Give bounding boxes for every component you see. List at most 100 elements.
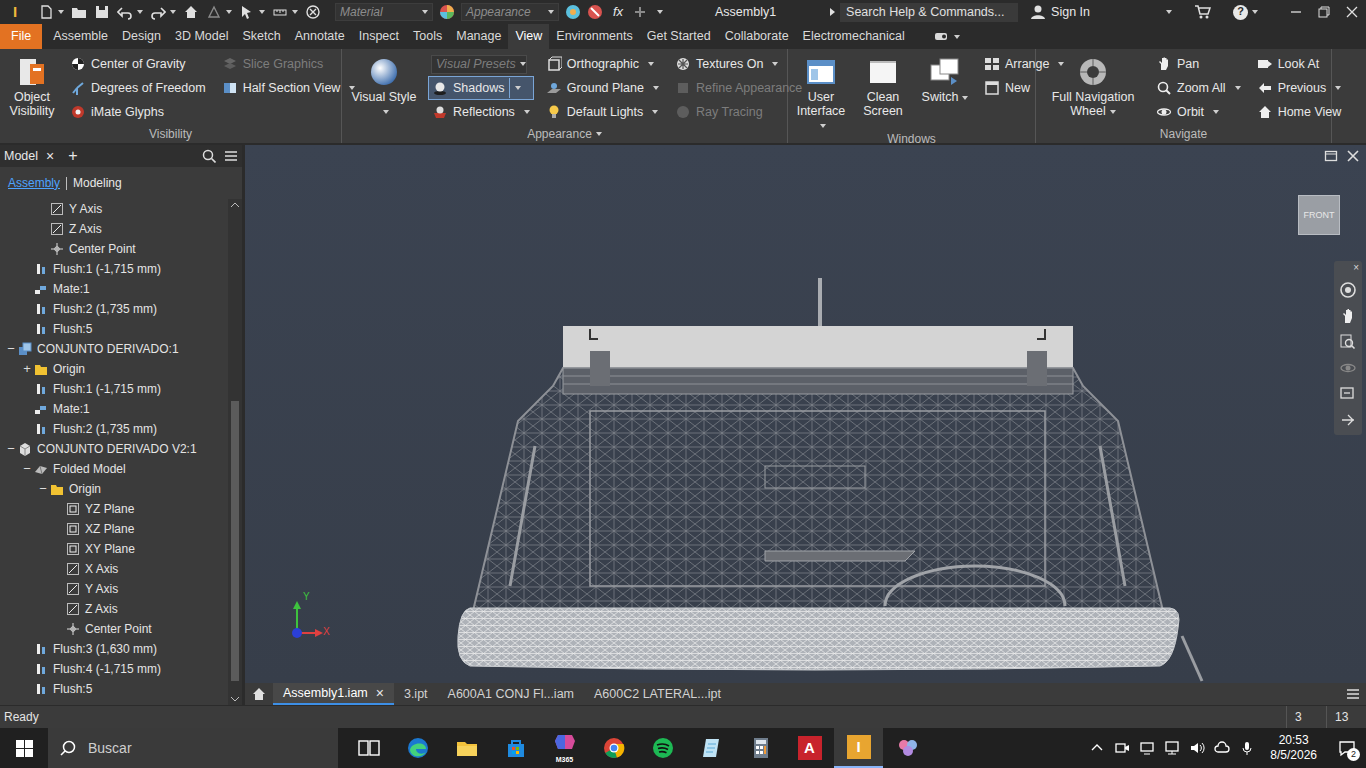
taskbar-app[interactable]: I <box>834 728 883 768</box>
view-cube[interactable]: FRONT <box>1298 195 1340 235</box>
dropdown-caret[interactable] <box>383 110 389 114</box>
ribbon-button[interactable]: Orthographic <box>542 52 663 76</box>
network-button[interactable] <box>1164 740 1180 756</box>
measure-button[interactable] <box>272 4 298 20</box>
search-field[interactable] <box>840 3 1018 22</box>
display-button[interactable] <box>1139 740 1155 756</box>
ribbon-button[interactable]: Center of Gravity <box>66 52 210 76</box>
dropdown-caret[interactable] <box>58 10 64 14</box>
update-button[interactable] <box>206 4 232 20</box>
dropdown-caret[interactable] <box>524 110 530 114</box>
ribbon-combo[interactable]: Visual Presets <box>428 52 534 76</box>
fx-button[interactable]: fx <box>609 4 627 20</box>
tree-item[interactable]: Flush:5 <box>0 319 228 339</box>
redo-button[interactable] <box>150 4 176 20</box>
open-folder-button[interactable] <box>71 4 87 20</box>
taskbar-search[interactable] <box>48 728 338 768</box>
select-button[interactable] <box>239 4 265 20</box>
ribbon-display-toggle[interactable] <box>912 24 960 49</box>
ribbon-button[interactable]: User Interface <box>794 52 848 132</box>
start-button[interactable] <box>0 740 48 757</box>
ribbon-tab[interactable]: Collaborate <box>718 24 796 49</box>
pan-button[interactable] <box>1339 307 1357 325</box>
undo-button[interactable] <box>117 4 143 20</box>
dropdown-caret[interactable] <box>1058 62 1064 66</box>
close-document-button[interactable]: × <box>376 685 384 702</box>
dropdown-caret[interactable] <box>954 35 960 39</box>
ribbon-button[interactable]: Shadows <box>428 76 534 100</box>
ribbon-tab[interactable]: Inspect <box>352 24 406 49</box>
dropdown-caret[interactable] <box>820 124 826 128</box>
close-tab-button[interactable]: × <box>46 148 54 165</box>
tree-item[interactable]: Flush:1 (-1,715 mm) <box>0 259 228 279</box>
taskbar-app[interactable] <box>344 728 393 768</box>
ribbon-button[interactable]: Previous <box>1253 76 1346 100</box>
ribbon-button[interactable]: Look At <box>1253 52 1346 76</box>
dropdown-caret[interactable] <box>226 10 232 14</box>
mode-tab[interactable]: Assembly <box>8 176 60 190</box>
dropdown-caret[interactable] <box>1235 86 1241 90</box>
taskbar-app[interactable] <box>638 728 687 768</box>
ribbon-tab[interactable]: Tools <box>406 24 449 49</box>
tree-item[interactable]: Center Point <box>0 619 228 639</box>
tree-expander[interactable]: − <box>4 441 18 457</box>
dropdown-caret[interactable] <box>653 86 659 90</box>
ribbon-button[interactable]: Ground Plane <box>542 76 663 100</box>
document-tab[interactable]: A600A1 CONJ Fl...iam <box>438 683 584 705</box>
ribbon-button[interactable]: Ray Tracing <box>671 100 806 124</box>
cancel-button[interactable] <box>305 4 321 20</box>
cloud-sync-button[interactable] <box>1214 740 1230 756</box>
tree-item[interactable]: Z Axis <box>0 599 228 619</box>
steering-wheel-button[interactable] <box>1339 281 1357 299</box>
dropdown-caret[interactable] <box>548 10 554 14</box>
zoom-button[interactable] <box>1339 333 1357 351</box>
file-tab[interactable]: File <box>0 24 42 49</box>
dropdown-caret[interactable] <box>292 10 298 14</box>
dropdown-caret[interactable] <box>259 10 265 14</box>
dropdown-caret[interactable] <box>652 110 658 114</box>
ribbon-button[interactable]: Pan <box>1152 52 1245 76</box>
tree-item[interactable]: YZ Plane <box>0 499 228 519</box>
tree-item[interactable]: Z Axis <box>0 219 228 239</box>
model-tab[interactable]: Model <box>4 149 38 164</box>
show-hidden-button[interactable] <box>1089 740 1105 756</box>
volume-button[interactable] <box>1189 740 1205 756</box>
orbit-button[interactable] <box>1339 359 1357 377</box>
dropdown-caret[interactable] <box>1213 110 1219 114</box>
tree-item[interactable]: XY Plane <box>0 539 228 559</box>
tree-item[interactable]: Flush:2 (1,735 mm) <box>0 419 228 439</box>
ribbon-button[interactable]: Zoom All <box>1152 76 1245 100</box>
ribbon-tab[interactable]: Sketch <box>235 24 287 49</box>
ribbon-tab[interactable]: Manage <box>449 24 508 49</box>
tree-item[interactable]: Center Point <box>0 239 228 259</box>
dropdown-caret[interactable] <box>962 96 968 100</box>
save-button[interactable] <box>94 4 110 20</box>
ribbon-tab[interactable]: Design <box>115 24 168 49</box>
more-button[interactable] <box>1339 411 1357 429</box>
home-button[interactable] <box>183 4 199 20</box>
appearance-combo[interactable]: Appearance <box>461 3 559 21</box>
taskbar-app[interactable] <box>393 728 442 768</box>
tree-expander[interactable]: − <box>20 461 34 477</box>
ribbon-button[interactable]: Refine Appearance <box>671 76 806 100</box>
tree-item[interactable]: −CONJUNTO DERIVADO V2:1 <box>0 439 228 459</box>
notifications-button[interactable]: 2 <box>1332 728 1362 768</box>
ribbon-button[interactable]: iMate Glyphs <box>66 100 210 124</box>
ribbon-button[interactable]: Clean Screen <box>856 52 910 118</box>
look-at-button[interactable] <box>1339 385 1357 403</box>
ribbon-button[interactable]: Home View <box>1253 100 1346 124</box>
ribbon-button[interactable]: Default Lights <box>542 100 663 124</box>
document-tab[interactable]: 3.ipt <box>394 683 438 705</box>
microphone-button[interactable] <box>1239 740 1255 756</box>
ribbon-button[interactable]: Textures On <box>671 52 806 76</box>
dropdown-caret[interactable] <box>596 132 602 136</box>
tree-item[interactable]: XZ Plane <box>0 519 228 539</box>
ribbon-button[interactable]: Reflections <box>428 100 534 124</box>
add-tab-button[interactable]: + <box>68 146 77 165</box>
taskbar-app[interactable]: M365 <box>540 728 589 768</box>
ribbon-tab[interactable]: Electromechanical <box>796 24 912 49</box>
taskbar-app[interactable] <box>736 728 785 768</box>
dropdown-caret[interactable] <box>422 10 428 14</box>
ribbon-button[interactable]: Switch <box>918 52 972 104</box>
tree-item[interactable]: Flush:2 (1,735 mm) <box>0 299 228 319</box>
